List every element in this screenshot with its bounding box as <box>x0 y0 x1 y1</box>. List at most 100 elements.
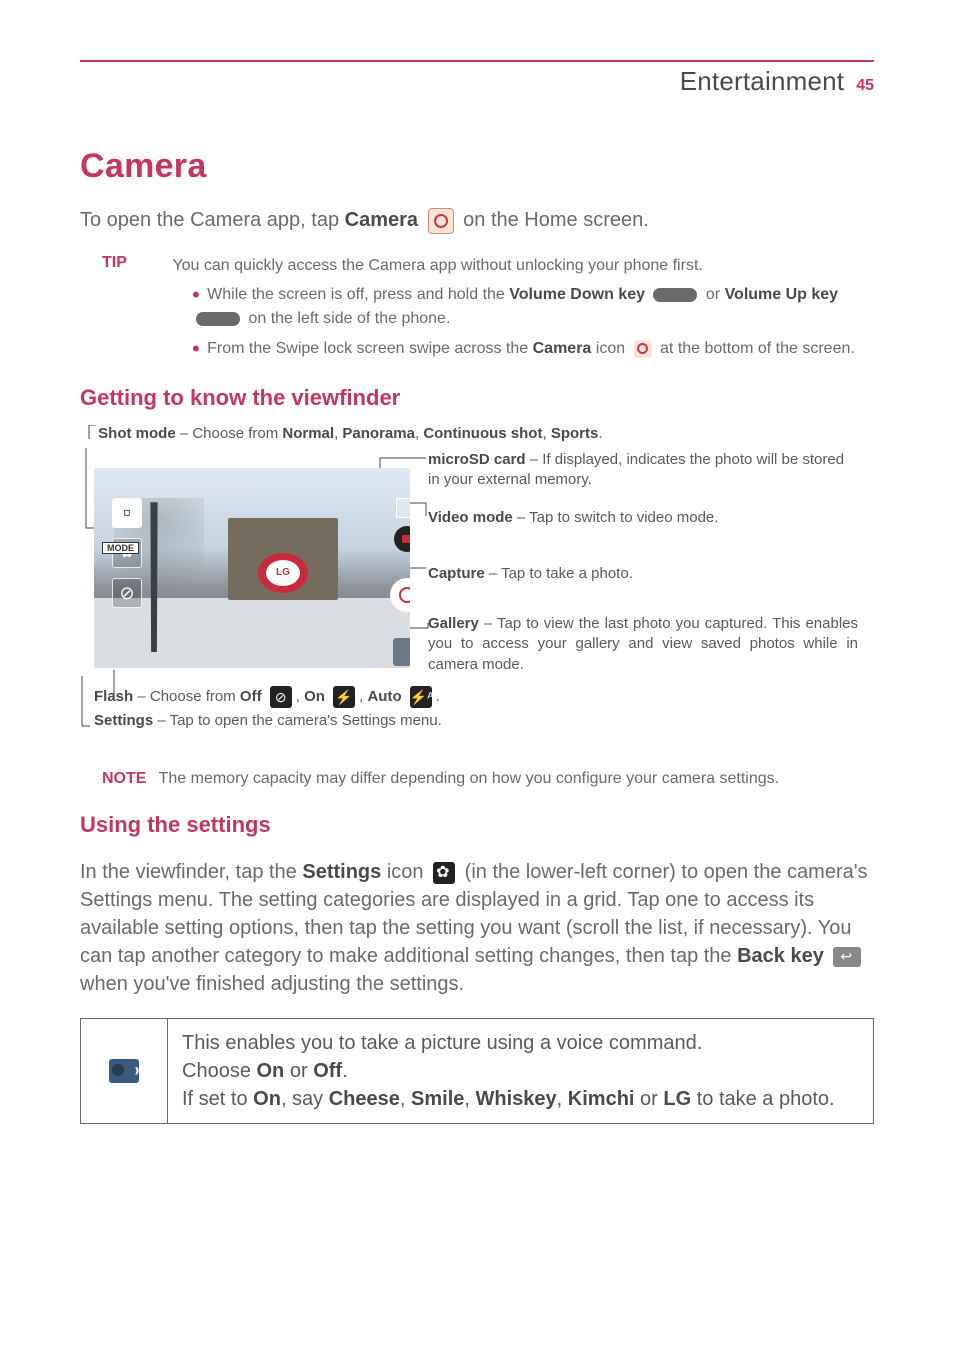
gallery-desc: – Tap to view the last photo you capture… <box>428 615 858 673</box>
back-key-icon <box>833 947 861 967</box>
us-settings-bold: Settings <box>302 861 381 883</box>
shotmode-label: Shot mode <box>98 425 176 442</box>
settings-gear-icon <box>433 862 455 884</box>
voice-shutter-icon <box>109 1059 139 1083</box>
tip-label: TIP <box>102 254 168 272</box>
note-block: NOTE The memory capacity may differ depe… <box>102 770 874 788</box>
camera-app-icon <box>428 208 454 234</box>
viewfinder-diagram: LG ◻ MODE microSD card – If displayed, i… <box>80 448 870 748</box>
cheese-w3: Whiskey <box>476 1088 557 1110</box>
volume-up-key-icon <box>196 312 240 326</box>
back-key-label: Back key <box>737 945 824 967</box>
cheese-on: On <box>257 1060 285 1082</box>
capture-desc: – Tap to take a photo. <box>485 565 633 582</box>
callout-microsd: microSD card – If displayed, indicates t… <box>428 450 858 491</box>
viewfinder-heading: Getting to know the viewfinder <box>80 385 874 411</box>
shotmode-opt4: Sports <box>551 425 599 442</box>
volume-down-key-icon <box>653 288 697 302</box>
cheese-on2: On <box>253 1088 281 1110</box>
videomode-desc: – Tap to switch to video mode. <box>513 509 719 526</box>
intro-pre: To open the Camera app, tap <box>80 209 345 231</box>
page-title: Camera <box>80 147 874 186</box>
note-label: NOTE <box>102 770 146 787</box>
note-text: The memory capacity may differ depending… <box>159 770 779 787</box>
cheese-line1: This enables you to take a picture using… <box>182 1032 702 1054</box>
microsd-indicator <box>396 498 410 518</box>
cheese-w2: Smile <box>411 1088 464 1110</box>
gallery-label: Gallery <box>428 615 479 632</box>
cheese-line3b: to take a photo. <box>691 1088 834 1110</box>
callout-shotmode: Shot mode – Choose from Normal, Panorama… <box>80 425 874 442</box>
cheese-or: or <box>284 1060 313 1082</box>
tip-bullet-2: • From the Swipe lock screen swipe acros… <box>192 337 874 361</box>
tip2-iconword: icon <box>596 340 630 357</box>
page-header: Entertainment 45 <box>80 66 874 97</box>
tip1-a: While the screen is off, press and hold … <box>207 286 509 303</box>
flash-on-icon: ⚡ <box>333 686 355 708</box>
camera-lock-icon <box>634 340 652 358</box>
tip-intro: You can quickly access the Camera app wi… <box>172 254 852 277</box>
volume-down-key-label: Volume Down key <box>509 286 645 303</box>
settings-desc: – Tap to open the camera's Settings menu… <box>153 712 442 729</box>
flash-label: Flash <box>94 688 133 705</box>
flash-on: On <box>304 688 325 705</box>
cheese-or2: or <box>634 1088 663 1110</box>
cheese-line2a: Choose <box>182 1060 257 1082</box>
cheese-w4: Kimchi <box>568 1088 635 1110</box>
flash-auto: Auto <box>367 688 401 705</box>
intro-post: on the Home screen. <box>463 209 649 231</box>
mode-button[interactable]: ◻ <box>112 498 142 528</box>
us-a: In the viewfinder, tap the <box>80 861 302 883</box>
volume-up-key-label: Volume Up key <box>725 286 839 303</box>
cheese-shot-desc-cell: This enables you to take a picture using… <box>168 1019 874 1124</box>
us-iconword: icon <box>387 861 429 883</box>
callout-capture: Capture – Tap to take a photo. <box>428 564 858 584</box>
gallery-thumbnail[interactable] <box>393 638 410 666</box>
callout-gallery: Gallery – Tap to view the last photo you… <box>428 614 858 675</box>
shotmode-opt3: Continuous shot <box>423 425 542 442</box>
flash-desc: – Choose from <box>133 688 240 705</box>
cheese-line3a: If set to <box>182 1088 253 1110</box>
tip2-a: From the Swipe lock screen swipe across … <box>207 340 532 357</box>
video-mode-button[interactable] <box>394 526 410 552</box>
cheese-say: , say <box>281 1088 329 1110</box>
page-number: 45 <box>856 77 874 95</box>
videomode-label: Video mode <box>428 509 513 526</box>
us-c: when you've finished adjusting the setti… <box>80 973 464 995</box>
tip1-b: on the left side of the phone. <box>248 310 450 327</box>
tip2-b: at the bottom of the screen. <box>660 340 855 357</box>
shotmode-desc: – Choose from <box>176 425 283 442</box>
using-settings-para: In the viewfinder, tap the Settings icon… <box>80 858 874 998</box>
mode-badge: MODE <box>102 542 139 554</box>
tip2-camera-bold: Camera <box>533 340 592 357</box>
settings-table: This enables you to take a picture using… <box>80 1018 874 1124</box>
settings-label: Settings <box>94 712 153 729</box>
cheese-w1: Cheese <box>329 1088 400 1110</box>
cheese-w5: LG <box>663 1088 691 1110</box>
bullet-dot-icon: • <box>192 336 200 361</box>
tip1-or: or <box>706 286 725 303</box>
microsd-label: microSD card <box>428 451 526 468</box>
intro-camera-bold: Camera <box>345 209 418 231</box>
capture-button[interactable] <box>390 578 410 612</box>
bullet-dot-icon: • <box>192 282 200 307</box>
using-settings-heading: Using the settings <box>80 812 874 838</box>
cheese-line2b: . <box>342 1060 348 1082</box>
section-title: Entertainment <box>680 66 844 97</box>
cheese-shot-icon-cell <box>81 1019 168 1124</box>
flash-button[interactable] <box>112 578 142 608</box>
intro-text: To open the Camera app, tap Camera on th… <box>80 206 874 234</box>
cheese-off: Off <box>313 1060 342 1082</box>
capture-label: Capture <box>428 565 485 582</box>
tip-block: TIP You can quickly access the Camera ap… <box>102 254 874 361</box>
shotmode-opt1: Normal <box>282 425 334 442</box>
callout-settings: Settings – Tap to open the camera's Sett… <box>94 712 442 729</box>
callout-videomode: Video mode – Tap to switch to video mode… <box>428 508 858 528</box>
shotmode-opt2: Panorama <box>342 425 415 442</box>
flash-off: Off <box>240 688 262 705</box>
viewfinder-preview: LG ◻ MODE <box>94 468 410 668</box>
tip-bullet-1: • While the screen is off, press and hol… <box>192 283 874 331</box>
billboard-logo: LG <box>266 560 300 586</box>
flash-off-icon: ⊘ <box>270 686 292 708</box>
flash-auto-icon: ⚡ᴬ <box>410 686 432 708</box>
